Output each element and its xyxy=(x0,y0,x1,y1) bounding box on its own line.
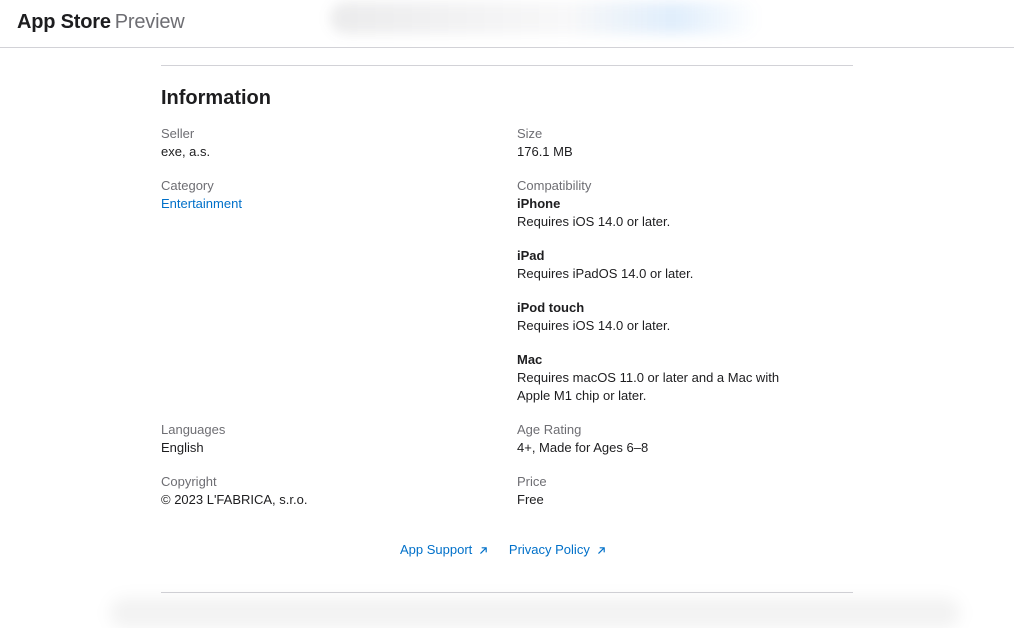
blurred-search-area xyxy=(330,2,760,34)
arrow-up-right-icon xyxy=(480,547,488,554)
top-navigation-bar: App Store Preview xyxy=(0,0,1014,48)
app-support-link[interactable]: App Support xyxy=(400,542,488,557)
seller-info: Seller exe, a.s. xyxy=(161,125,210,161)
copyright-value: © 2023 L'FABRICA, s.r.o. xyxy=(161,492,308,507)
seller-value: exe, a.s. xyxy=(161,144,211,159)
age-rating-info: Age Rating 4+, Made for Ages 6–8 xyxy=(517,421,648,457)
brand-subtitle: Preview xyxy=(114,11,185,33)
compat-requirement: Requires iPadOS 14.0 or later. xyxy=(517,266,694,281)
category-link[interactable]: Entertainment xyxy=(161,195,242,213)
compat-device-name: Mac xyxy=(517,352,543,367)
compat-requirement: Requires iOS 14.0 or later. xyxy=(517,318,671,333)
compat-requirement: Requires iOS 14.0 or later. xyxy=(517,214,671,229)
support-links: App Support Privacy Policy xyxy=(400,541,606,559)
privacy-policy-link[interactable]: Privacy Policy xyxy=(509,542,606,557)
compat-requirement: Requires macOS 11.0 or later and a Mac w… xyxy=(517,370,780,403)
compatibility-item-ipad: iPad Requires iPadOS 14.0 or later. xyxy=(517,247,807,283)
age-rating-value: 4+, Made for Ages 6–8 xyxy=(517,440,649,455)
languages-value: English xyxy=(161,440,204,455)
size-label: Size xyxy=(517,126,543,141)
app-support-label: App Support xyxy=(400,542,473,557)
price-label: Price xyxy=(517,474,547,489)
compatibility-item-iphone: iPhone Requires iOS 14.0 or later. xyxy=(517,195,807,231)
brand-name: App Store xyxy=(17,11,111,33)
copyright-label: Copyright xyxy=(161,474,217,489)
app-store-preview-logo[interactable]: App Store Preview xyxy=(17,10,185,34)
compatibility-item-mac: Mac Requires macOS 11.0 or later and a M… xyxy=(517,351,807,405)
compatibility-label: Compatibility xyxy=(517,178,592,193)
languages-label: Languages xyxy=(161,422,226,437)
compatibility-item-ipod-touch: iPod touch Requires iOS 14.0 or later. xyxy=(517,299,807,335)
arrow-up-right-icon xyxy=(598,547,605,554)
size-info: Size 176.1 MB xyxy=(517,125,573,161)
languages-info: Languages English xyxy=(161,421,225,457)
section-divider-bottom xyxy=(161,592,853,593)
seller-label: Seller xyxy=(161,126,195,141)
category-info: Category Entertainment xyxy=(161,177,242,213)
compat-device-name: iPod touch xyxy=(517,300,585,315)
compat-device-name: iPad xyxy=(517,248,545,263)
price-value: Free xyxy=(517,492,544,507)
age-rating-label: Age Rating xyxy=(517,422,582,437)
information-heading: Information xyxy=(161,87,271,109)
section-divider-top xyxy=(161,65,853,66)
price-info: Price Free xyxy=(517,473,547,509)
category-label: Category xyxy=(161,178,214,193)
bottom-shadow xyxy=(110,598,960,628)
compat-device-name: iPhone xyxy=(517,196,561,211)
copyright-info: Copyright © 2023 L'FABRICA, s.r.o. xyxy=(161,473,307,509)
size-value: 176.1 MB xyxy=(517,144,573,159)
privacy-policy-label: Privacy Policy xyxy=(508,542,590,557)
compatibility-info: Compatibility iPhone Requires iOS 14.0 o… xyxy=(517,177,807,405)
